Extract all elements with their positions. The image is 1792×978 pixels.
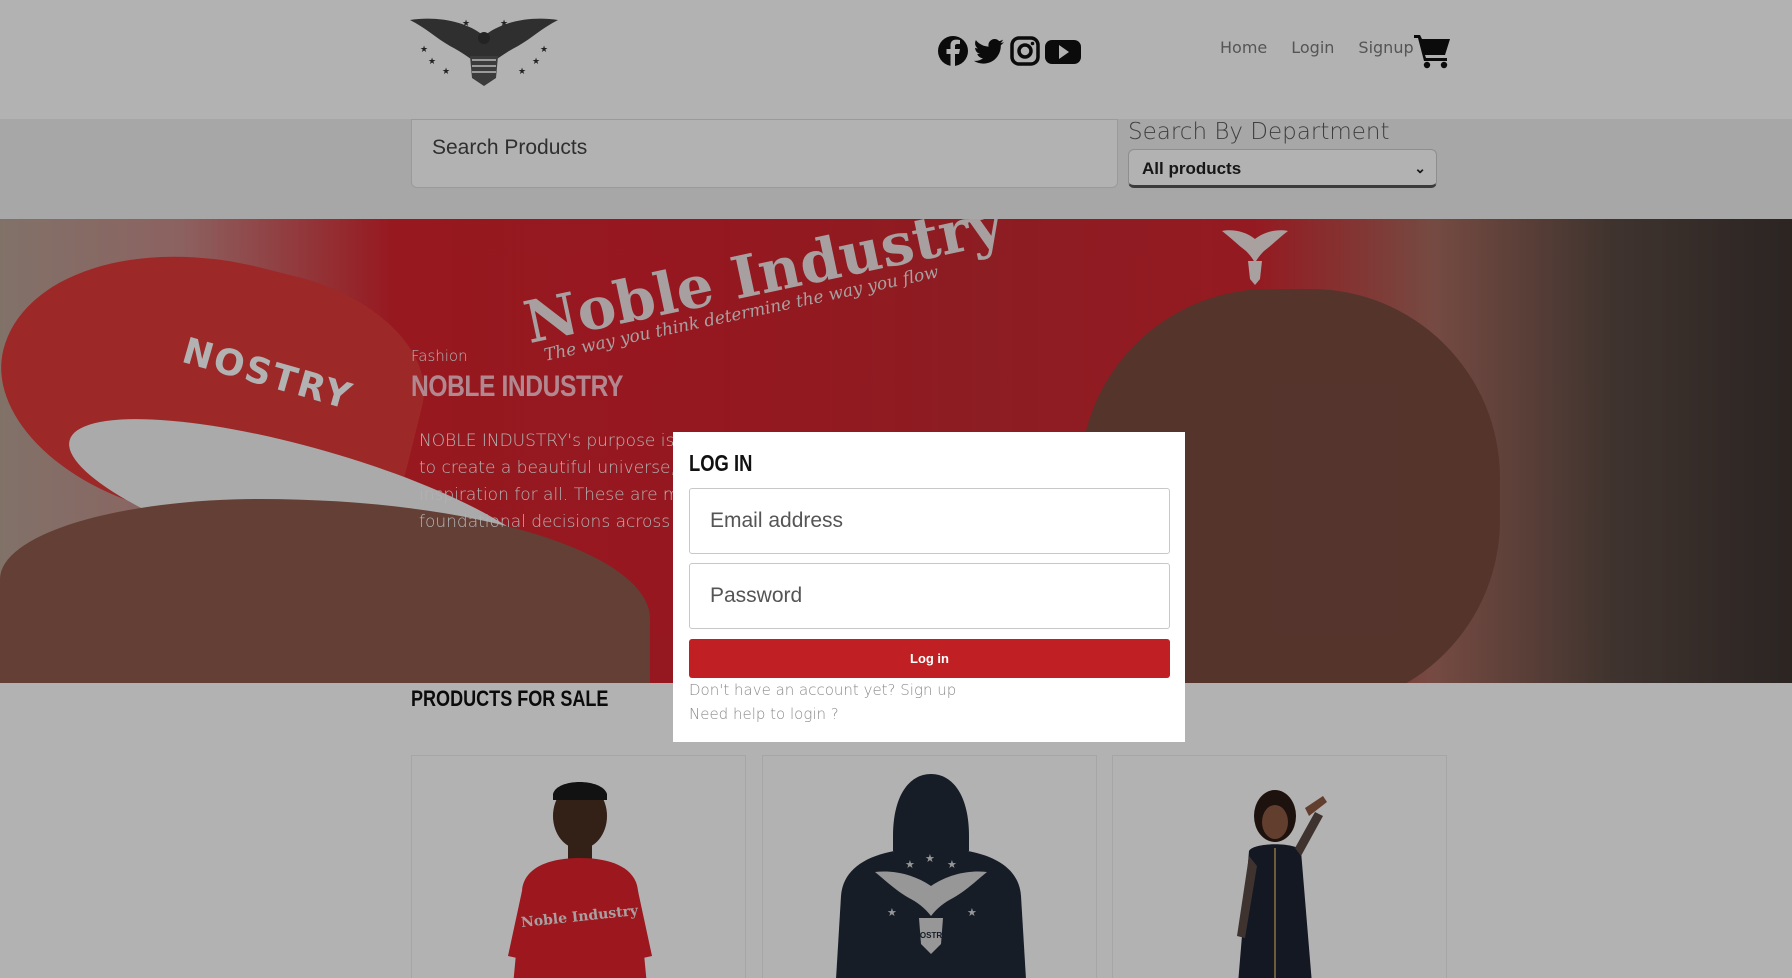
login-button[interactable]: Log in: [689, 639, 1170, 678]
modal-title: LOG IN: [689, 450, 753, 476]
signup-link[interactable]: Don't have an account yet? Sign up: [689, 681, 956, 699]
email-field[interactable]: Email address: [689, 488, 1170, 554]
help-login-link[interactable]: Need help to login ?: [689, 705, 839, 723]
login-modal: LOG IN Email address Password Log in Don…: [673, 432, 1185, 742]
password-field[interactable]: Password: [689, 563, 1170, 629]
